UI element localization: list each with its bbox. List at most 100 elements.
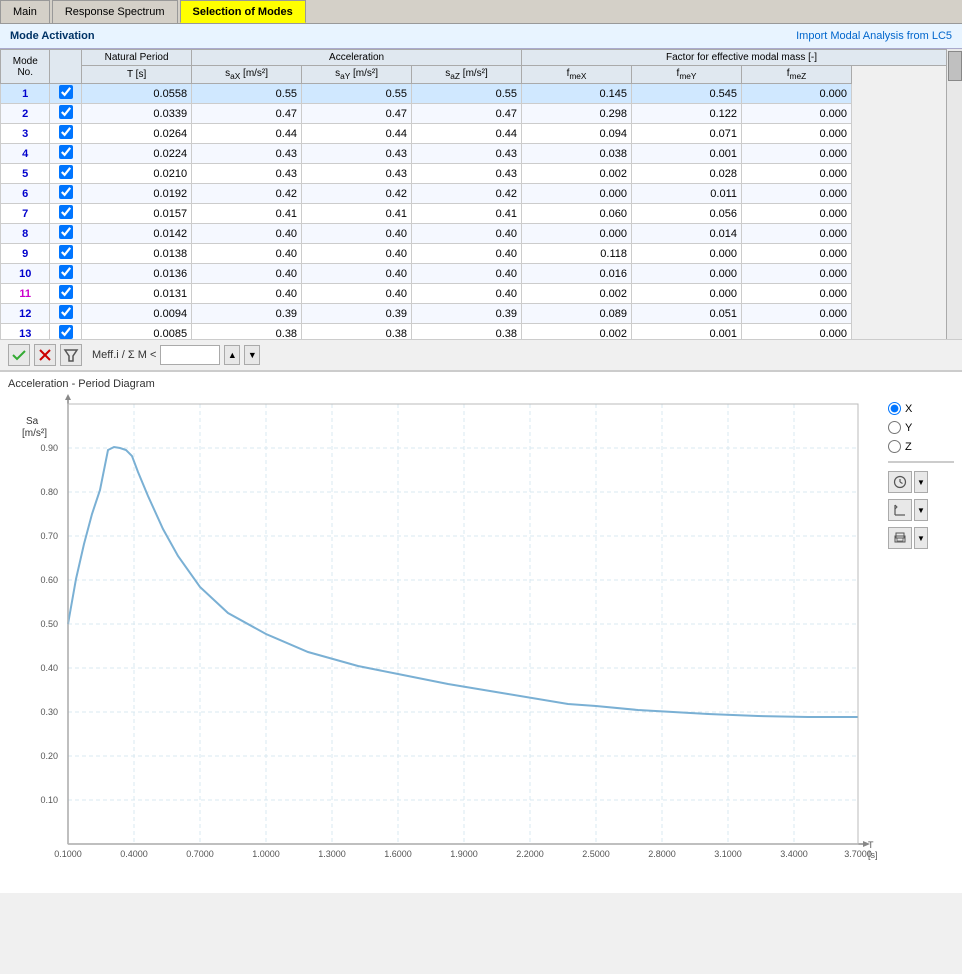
radio-y-row: Y xyxy=(888,421,912,434)
cell-saz: 0.40 xyxy=(412,224,522,244)
cell-saz: 0.43 xyxy=(412,144,522,164)
col-factor: Factor for effective modal mass [-] xyxy=(522,50,962,66)
radio-x[interactable] xyxy=(888,402,901,415)
cell-checkbox[interactable] xyxy=(50,84,82,104)
cell-fmey: 0.001 xyxy=(632,324,742,340)
cell-T: 0.0094 xyxy=(82,304,192,324)
cell-fmey: 0.122 xyxy=(632,104,742,124)
cell-checkbox[interactable] xyxy=(50,304,82,324)
cell-mode-no: 1 xyxy=(1,84,50,104)
meff-stepper-up[interactable]: ▲ xyxy=(224,345,240,365)
svg-text:2.2000: 2.2000 xyxy=(516,849,544,859)
cell-checkbox[interactable] xyxy=(50,324,82,340)
cell-sax: 0.40 xyxy=(192,284,302,304)
col-acceleration: Acceleration xyxy=(192,50,522,66)
check-all-button[interactable] xyxy=(8,344,30,366)
cell-say: 0.41 xyxy=(302,204,412,224)
cell-checkbox[interactable] xyxy=(50,204,82,224)
cell-fmez: 0.000 xyxy=(742,84,852,104)
cell-say: 0.40 xyxy=(302,224,412,244)
print-dropdown[interactable]: ▼ xyxy=(914,527,928,549)
axes-button[interactable] xyxy=(888,499,912,521)
cell-fmey: 0.014 xyxy=(632,224,742,244)
cell-fmey: 0.545 xyxy=(632,84,742,104)
col-T: T [s] xyxy=(82,66,192,84)
radio-x-row: X xyxy=(888,402,912,415)
table-row: 12 0.0094 0.39 0.39 0.39 0.089 0.051 0.0… xyxy=(1,304,962,324)
table-row: 1 0.0558 0.55 0.55 0.55 0.145 0.545 0.00… xyxy=(1,84,962,104)
cell-fmey: 0.028 xyxy=(632,164,742,184)
cell-fmex: 0.038 xyxy=(522,144,632,164)
clock-button[interactable] xyxy=(888,471,912,493)
cell-T: 0.0210 xyxy=(82,164,192,184)
table-row: 8 0.0142 0.40 0.40 0.40 0.000 0.014 0.00… xyxy=(1,224,962,244)
cell-T: 0.0157 xyxy=(82,204,192,224)
cell-fmez: 0.000 xyxy=(742,144,852,164)
cell-mode-no: 7 xyxy=(1,204,50,224)
axes-dropdown[interactable]: ▼ xyxy=(914,499,928,521)
cell-T: 0.0138 xyxy=(82,244,192,264)
cell-saz: 0.55 xyxy=(412,84,522,104)
clock-dropdown[interactable]: ▼ xyxy=(914,471,928,493)
cell-sax: 0.39 xyxy=(192,304,302,324)
scrollbar-thumb[interactable] xyxy=(948,51,962,81)
cell-mode-no: 6 xyxy=(1,184,50,204)
svg-text:0.30: 0.30 xyxy=(40,707,58,717)
tab-bar: Main Response Spectrum Selection of Mode… xyxy=(0,0,962,24)
meff-stepper-down[interactable]: ▼ xyxy=(244,345,260,365)
cell-say: 0.40 xyxy=(302,284,412,304)
cell-T: 0.0264 xyxy=(82,124,192,144)
cell-fmez: 0.000 xyxy=(742,184,852,204)
radio-y[interactable] xyxy=(888,421,901,434)
cell-sax: 0.42 xyxy=(192,184,302,204)
cell-checkbox[interactable] xyxy=(50,164,82,184)
cell-checkbox[interactable] xyxy=(50,264,82,284)
cell-sax: 0.43 xyxy=(192,164,302,184)
print-button[interactable] xyxy=(888,527,912,549)
cell-checkbox[interactable] xyxy=(50,184,82,204)
cell-checkbox[interactable] xyxy=(50,244,82,264)
col-say: saY [m/s²] xyxy=(302,66,412,84)
cell-checkbox[interactable] xyxy=(50,104,82,124)
svg-text:0.80: 0.80 xyxy=(40,487,58,497)
cell-fmez: 0.000 xyxy=(742,244,852,264)
cell-checkbox[interactable] xyxy=(50,284,82,304)
scrollbar-track[interactable] xyxy=(946,49,962,339)
svg-text:3.1000: 3.1000 xyxy=(714,849,742,859)
cell-saz: 0.41 xyxy=(412,204,522,224)
meff-label: Meff.i / Σ M < xyxy=(92,349,156,361)
cell-fmex: 0.016 xyxy=(522,264,632,284)
cell-saz: 0.44 xyxy=(412,124,522,144)
svg-text:0.7000: 0.7000 xyxy=(186,849,214,859)
chart-svg: Sa [m/s²] 0.10 0.20 0.30 0.40 0.50 xyxy=(8,394,888,884)
tab-selection-of-modes[interactable]: Selection of Modes xyxy=(180,0,306,23)
radio-z[interactable] xyxy=(888,440,901,453)
cell-checkbox[interactable] xyxy=(50,124,82,144)
cell-say: 0.40 xyxy=(302,264,412,284)
cell-saz: 0.40 xyxy=(412,244,522,264)
radio-y-label: Y xyxy=(905,422,912,434)
cell-sax: 0.41 xyxy=(192,204,302,224)
cell-checkbox[interactable] xyxy=(50,144,82,164)
uncheck-button[interactable] xyxy=(34,344,56,366)
cell-mode-no: 5 xyxy=(1,164,50,184)
tab-main[interactable]: Main xyxy=(0,0,50,23)
svg-text:0.10: 0.10 xyxy=(40,795,58,805)
y-axis-arrow xyxy=(65,394,71,400)
svg-text:T: T xyxy=(868,840,874,850)
tab-response-spectrum[interactable]: Response Spectrum xyxy=(52,0,178,23)
cell-fmez: 0.000 xyxy=(742,304,852,324)
filter-button[interactable] xyxy=(60,344,82,366)
cell-checkbox[interactable] xyxy=(50,224,82,244)
import-link[interactable]: Import Modal Analysis from LC5 xyxy=(796,30,952,42)
cell-fmex: 0.298 xyxy=(522,104,632,124)
svg-text:1.6000: 1.6000 xyxy=(384,849,412,859)
meff-input[interactable] xyxy=(160,345,220,365)
table-row: 3 0.0264 0.44 0.44 0.44 0.094 0.071 0.00… xyxy=(1,124,962,144)
cell-T: 0.0136 xyxy=(82,264,192,284)
cell-sax: 0.40 xyxy=(192,264,302,284)
col-fmey: fmeY xyxy=(632,66,742,84)
cell-fmez: 0.000 xyxy=(742,204,852,224)
cell-mode-no: 4 xyxy=(1,144,50,164)
svg-text:0.50: 0.50 xyxy=(40,619,58,629)
